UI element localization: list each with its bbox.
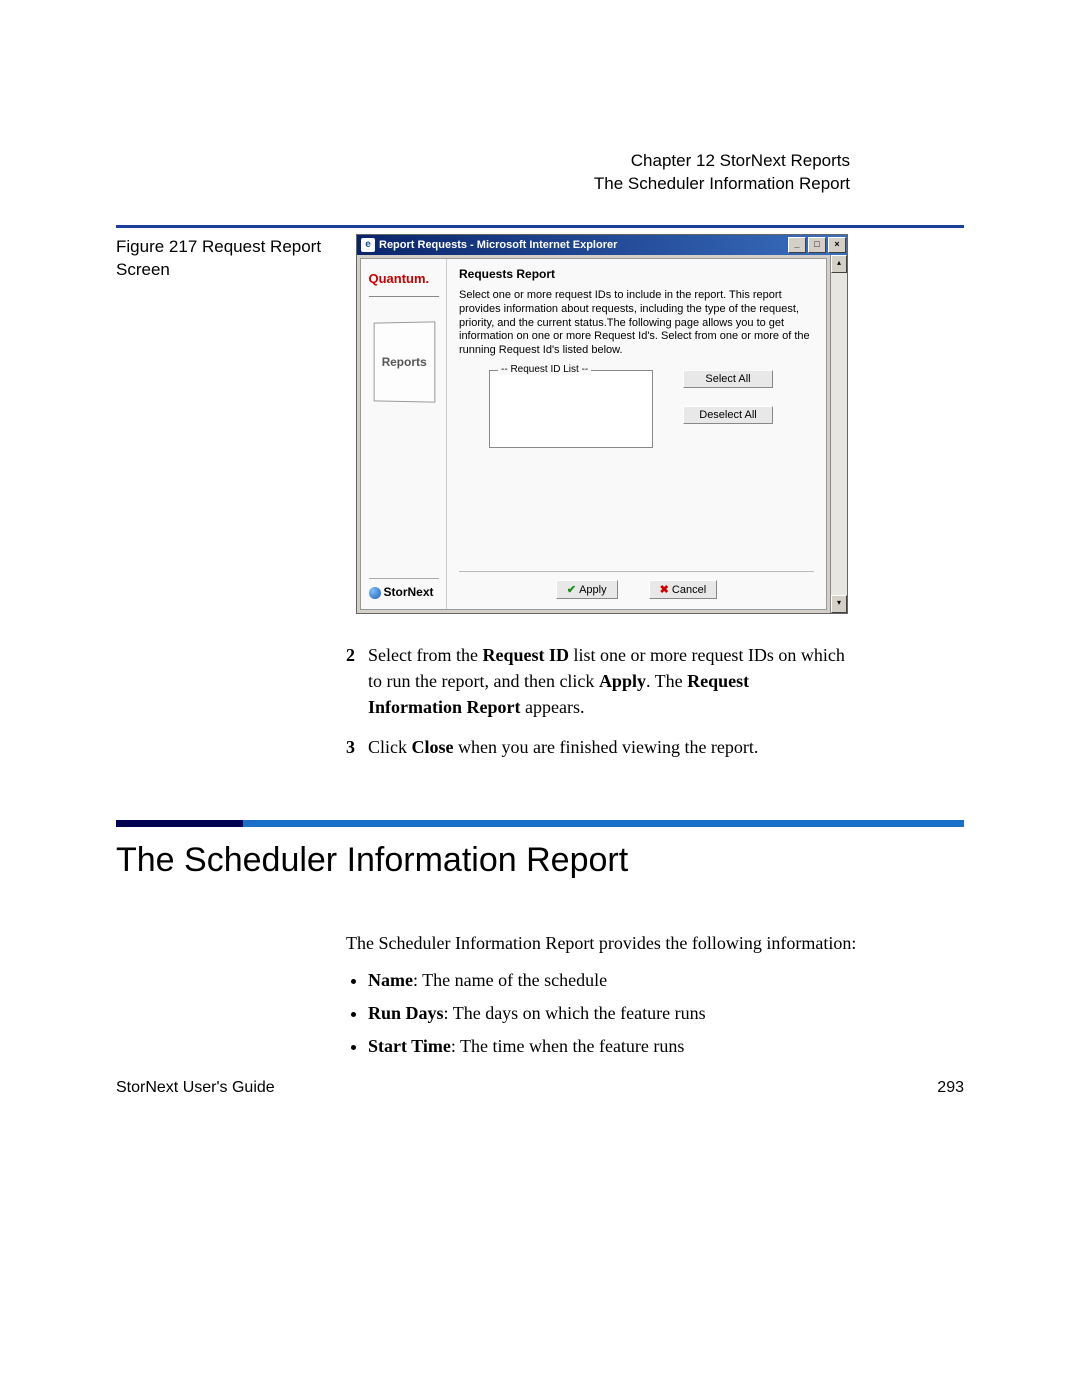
vertical-scrollbar[interactable]: ▴ ▾ xyxy=(830,255,847,613)
step-number-3: 3 xyxy=(346,734,368,760)
select-all-button[interactable]: Select All xyxy=(683,370,773,388)
x-icon: ✖ xyxy=(660,584,669,596)
close-button[interactable]: × xyxy=(828,237,846,253)
scroll-up-icon[interactable]: ▴ xyxy=(831,255,847,273)
footer-left: StorNext User's Guide xyxy=(116,1079,275,1097)
footer-page-number: 293 xyxy=(937,1079,964,1097)
section-divider xyxy=(116,820,964,827)
apply-button[interactable]: ✔Apply xyxy=(556,580,618,599)
section-label: The Scheduler Information Report xyxy=(594,173,850,196)
globe-icon xyxy=(369,587,381,599)
reports-tile[interactable]: Reports xyxy=(373,321,435,402)
maximize-button[interactable]: □ xyxy=(808,237,826,253)
scroll-down-icon[interactable]: ▾ xyxy=(831,595,847,613)
window-title: Report Requests - Microsoft Internet Exp… xyxy=(379,239,617,251)
bullet-start-time: Start Time: The time when the feature ru… xyxy=(368,1033,866,1060)
section-heading: The Scheduler Information Report xyxy=(116,841,964,880)
step-number-2: 2 xyxy=(346,642,368,720)
scroll-track[interactable] xyxy=(831,273,847,595)
section-body: The Scheduler Information Report provide… xyxy=(346,930,866,1060)
section-intro: The Scheduler Information Report provide… xyxy=(346,930,866,957)
app-sidebar: Quantum. Reports StorNext xyxy=(361,259,447,609)
cancel-label: Cancel xyxy=(672,584,706,596)
apply-label: Apply xyxy=(579,584,607,596)
check-icon: ✔ xyxy=(567,584,576,596)
stornext-logo: StorNext xyxy=(369,578,439,599)
quantum-logo: Quantum. xyxy=(369,271,439,297)
bullet-run-days: Run Days: The days on which the feature … xyxy=(368,1000,866,1027)
instruction-steps: 2 Select from the Request ID list one or… xyxy=(346,642,846,760)
list-legend: -- Request ID List -- xyxy=(498,364,591,375)
chapter-label: Chapter 12 StorNext Reports xyxy=(594,150,850,173)
step-2-text: Select from the Request ID list one or m… xyxy=(368,642,846,720)
deselect-all-button[interactable]: Deselect All xyxy=(683,406,773,424)
ie-icon: e xyxy=(361,238,375,252)
panel-title: Requests Report xyxy=(459,267,814,281)
minimize-button[interactable]: _ xyxy=(788,237,806,253)
panel-description: Select one or more request IDs to includ… xyxy=(459,289,814,358)
stornext-text: StorNext xyxy=(384,585,434,599)
request-id-list[interactable]: -- Request ID List -- xyxy=(489,370,653,448)
step-3-text: Click Close when you are finished viewin… xyxy=(368,734,758,760)
window-titlebar: e Report Requests - Microsoft Internet E… xyxy=(357,235,847,255)
screenshot-window: e Report Requests - Microsoft Internet E… xyxy=(356,234,848,614)
bullet-name: Name: The name of the schedule xyxy=(368,967,866,994)
figure-caption: Figure 217 Request Report Screen xyxy=(116,234,356,282)
cancel-button[interactable]: ✖Cancel xyxy=(649,580,717,599)
main-pane: Requests Report Select one or more reque… xyxy=(447,259,826,609)
